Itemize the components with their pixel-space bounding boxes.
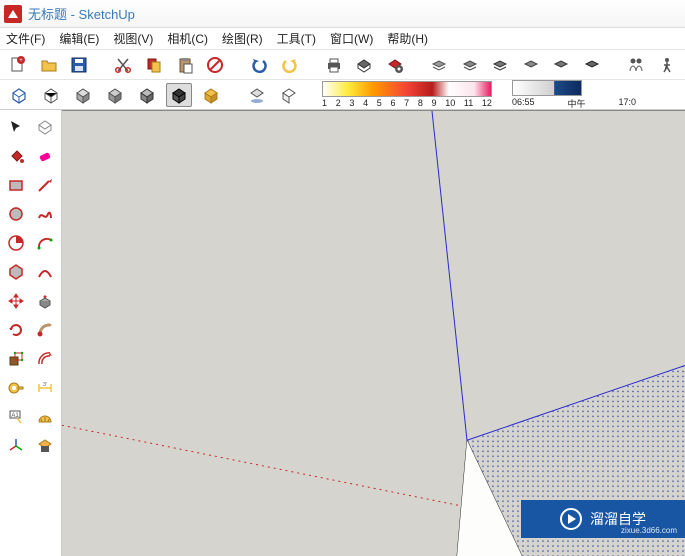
layer-button-2[interactable]: [457, 53, 482, 77]
redo-button[interactable]: [278, 53, 303, 77]
save-button[interactable]: [67, 53, 92, 77]
menu-view[interactable]: 视图(V): [113, 30, 153, 47]
protractor-tool[interactable]: [32, 404, 58, 430]
menu-help[interactable]: 帮助(H): [387, 30, 428, 47]
open-button[interactable]: [37, 53, 62, 77]
freehand-tool[interactable]: [32, 201, 58, 227]
move-tool[interactable]: [3, 288, 29, 314]
watermark: 溜溜自学 zixue.3d66.com: [521, 500, 685, 538]
drawing-toolbar: 3' A1: [0, 110, 62, 556]
shadow-toggle[interactable]: [244, 83, 270, 107]
svg-text:3': 3': [43, 382, 47, 388]
svg-text:+: +: [20, 58, 24, 64]
copy-button[interactable]: [142, 53, 167, 77]
style-shaded[interactable]: [70, 83, 96, 107]
model-info-button[interactable]: [352, 53, 377, 77]
pie-tool[interactable]: [3, 230, 29, 256]
eraser-tool[interactable]: [32, 143, 58, 169]
tape-measure-tool[interactable]: [3, 375, 29, 401]
style-back-edges[interactable]: [198, 83, 224, 107]
workspace: 3' A1 溜溜自学 zixue.3d66.com: [0, 110, 685, 556]
undo-button[interactable]: [247, 53, 272, 77]
style-monochrome[interactable]: [134, 83, 160, 107]
play-icon: [560, 508, 582, 530]
select-tool[interactable]: [3, 114, 29, 140]
menu-file[interactable]: 文件(F): [6, 30, 45, 47]
menu-bar: 文件(F) 编辑(E) 视图(V) 相机(C) 绘图(R) 工具(T) 窗口(W…: [0, 28, 685, 50]
app-icon: [4, 5, 22, 23]
menu-tools[interactable]: 工具(T): [277, 30, 316, 47]
polygon-tool[interactable]: [3, 259, 29, 285]
shadow-settings[interactable]: [276, 83, 302, 107]
viewport[interactable]: 溜溜自学 zixue.3d66.com: [62, 110, 685, 556]
cut-button[interactable]: [111, 53, 136, 77]
people-button[interactable]: [624, 53, 649, 77]
standard-toolbar: +: [0, 50, 685, 80]
section-plane-tool[interactable]: [32, 433, 58, 459]
line-tool[interactable]: [32, 172, 58, 198]
push-pull-tool[interactable]: [32, 288, 58, 314]
style-shaded-textures[interactable]: [102, 83, 128, 107]
style-wireframe[interactable]: [6, 83, 32, 107]
rectangle-tool[interactable]: [3, 172, 29, 198]
time-start: 06:55: [512, 97, 535, 110]
print-button[interactable]: [322, 53, 347, 77]
paint-bucket-tool[interactable]: [3, 143, 29, 169]
month-slider[interactable]: 1 2 3 4 5 6 7 8 9 10 11 12: [322, 81, 492, 108]
menu-camera[interactable]: 相机(C): [167, 30, 208, 47]
preferences-button[interactable]: [383, 53, 408, 77]
layer-button-3[interactable]: [488, 53, 513, 77]
layer-button-1[interactable]: [427, 53, 452, 77]
delete-button[interactable]: [203, 53, 228, 77]
time-end: 17:0: [619, 97, 637, 110]
walk-button[interactable]: [654, 53, 679, 77]
arc-tool[interactable]: [32, 230, 58, 256]
rotate-tool[interactable]: [3, 317, 29, 343]
dimension-tool[interactable]: 3': [32, 375, 58, 401]
window-title: 无标题 - SketchUp: [28, 4, 135, 23]
text-tool[interactable]: A1: [3, 404, 29, 430]
menu-edit[interactable]: 编辑(E): [59, 30, 99, 47]
scale-tool[interactable]: [3, 346, 29, 372]
time-slider[interactable]: 06:55 中午 17:0: [512, 80, 636, 110]
layer-button-4[interactable]: [519, 53, 544, 77]
time-noon: 中午: [568, 97, 586, 110]
watermark-url: zixue.3d66.com: [621, 526, 677, 535]
layer-button-5[interactable]: [549, 53, 574, 77]
paste-button[interactable]: [172, 53, 197, 77]
circle-tool[interactable]: [3, 201, 29, 227]
follow-me-tool[interactable]: [32, 317, 58, 343]
layer-button-6[interactable]: [580, 53, 605, 77]
component-tool[interactable]: [32, 114, 58, 140]
offset-tool[interactable]: [32, 346, 58, 372]
style-hidden-line[interactable]: [38, 83, 64, 107]
arc-2pt-tool[interactable]: [32, 259, 58, 285]
menu-draw[interactable]: 绘图(R): [222, 30, 263, 47]
styles-toolbar: 1 2 3 4 5 6 7 8 9 10 11 12 06:55 中午 17:0: [0, 80, 685, 110]
style-xray[interactable]: [166, 83, 192, 107]
menu-window[interactable]: 窗口(W): [330, 30, 373, 47]
title-bar: 无标题 - SketchUp: [0, 0, 685, 28]
new-button[interactable]: +: [6, 53, 31, 77]
axes-tool[interactable]: [3, 433, 29, 459]
svg-text:A1: A1: [11, 413, 19, 419]
